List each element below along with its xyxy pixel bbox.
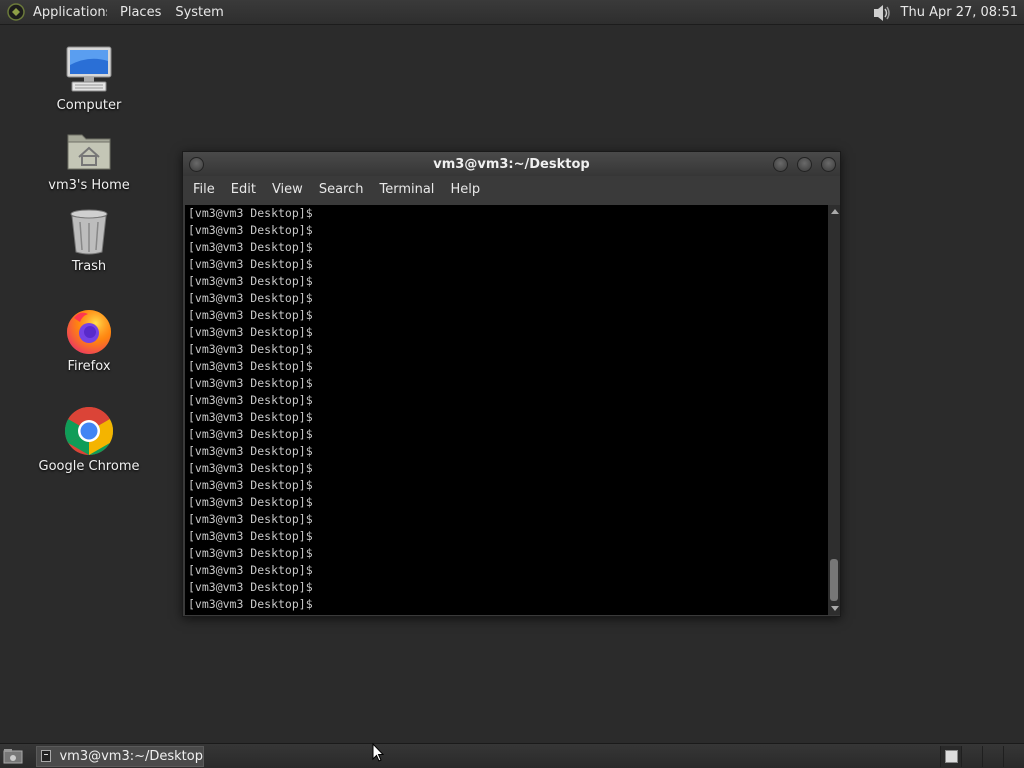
close-button[interactable] <box>821 157 836 172</box>
workspace-switcher <box>940 746 1024 767</box>
computer-icon <box>66 46 112 92</box>
menu-view[interactable]: View <box>266 176 309 204</box>
mouse-cursor-icon <box>372 743 384 762</box>
terminal-prompt-line: [vm3@vm3 Desktop]$ <box>188 325 313 339</box>
menu-edit[interactable]: Edit <box>225 176 262 204</box>
terminal-output[interactable]: [vm3@vm3 Desktop]$ [vm3@vm3 Desktop]$ [vm3… <box>185 205 828 615</box>
terminal-prompt-line: [vm3@vm3 Desktop]$ <box>188 580 313 594</box>
terminal-prompt-line: [vm3@vm3 Desktop]$ <box>188 529 313 543</box>
desktop-icon-label: Firefox <box>67 359 111 374</box>
terminal-prompt-line: [vm3@vm3 Desktop]$ <box>188 563 313 577</box>
terminal-prompt-line: [vm3@vm3 Desktop]$ <box>188 274 313 288</box>
terminal-prompt-line: [vm3@vm3 Desktop]$ <box>188 376 313 390</box>
terminal-prompt-line: [vm3@vm3 Desktop]$ <box>188 342 313 356</box>
terminal-prompt-line: [vm3@vm3 Desktop]$ <box>188 359 313 373</box>
menu-system[interactable]: System <box>168 0 230 25</box>
terminal-prompt-line: [vm3@vm3 Desktop]$ <box>188 478 313 492</box>
terminal-prompt-line: [vm3@vm3 Desktop]$ <box>188 291 313 305</box>
terminal-prompt-line: [vm3@vm3 Desktop]$ <box>188 444 313 458</box>
menu-search[interactable]: Search <box>313 176 370 204</box>
terminal-prompt-line: [vm3@vm3 Desktop]$ <box>188 308 313 322</box>
applications-logo-icon[interactable] <box>7 3 25 21</box>
maximize-button[interactable] <box>797 157 812 172</box>
taskbar-button-label: vm3@vm3:~/Desktop <box>59 748 203 764</box>
scroll-up-arrow-icon[interactable] <box>831 209 839 214</box>
menu-places[interactable]: Places <box>113 0 168 25</box>
desktop-icon-label: vm3's Home <box>48 178 130 193</box>
terminal-menubar: File Edit View Search Terminal Help <box>183 176 840 204</box>
home-folder-icon <box>67 134 111 170</box>
workspace-2[interactable] <box>961 746 982 767</box>
trash-icon <box>70 209 108 255</box>
terminal-prompt-line: [vm3@vm3 Desktop]$ <box>188 427 313 441</box>
taskbar-button-terminal[interactable]: vm3@vm3:~/Desktop <box>36 745 204 767</box>
desktop-icon-label: Computer <box>56 98 122 113</box>
terminal-prompt-line: [vm3@vm3 Desktop]$ <box>188 495 313 509</box>
firefox-icon <box>67 310 111 354</box>
workspace-window-thumbnail <box>945 750 958 763</box>
desktop-icon-computer[interactable]: Computer <box>34 45 144 113</box>
top-menu: Applications Places System <box>33 0 231 25</box>
desktop-icon-chrome[interactable]: Google Chrome <box>34 406 144 474</box>
menu-applications[interactable]: Applications <box>33 0 107 25</box>
terminal-prompt-line: [vm3@vm3 Desktop]$ <box>188 461 313 475</box>
terminal-prompt-line: [vm3@vm3 Desktop]$ <box>188 393 313 407</box>
clock[interactable]: Thu Apr 27, 08:51 <box>901 5 1018 20</box>
window-titlebar[interactable]: vm3@vm3:~/Desktop <box>183 152 840 176</box>
terminal-prompt-line: [vm3@vm3 Desktop]$ <box>188 206 313 220</box>
terminal-scrollbar[interactable] <box>828 205 840 615</box>
terminal-prompt-line: [vm3@vm3 Desktop]$ <box>188 410 313 424</box>
workspace-1[interactable] <box>940 746 961 767</box>
terminal-icon <box>41 750 52 762</box>
terminal-window[interactable]: vm3@vm3:~/Desktop File Edit View Search … <box>182 151 841 617</box>
chrome-icon <box>64 406 114 455</box>
terminal-prompt-line: [vm3@vm3 Desktop]$ <box>188 240 313 254</box>
desktop-icon-firefox[interactable]: Firefox <box>34 306 144 374</box>
terminal-prompt-line: [vm3@vm3 Desktop]$ <box>188 597 313 611</box>
desktop-icon-home[interactable]: vm3's Home <box>34 127 144 193</box>
workspace-3[interactable] <box>982 746 1003 767</box>
desktop-icon-label: Trash <box>71 259 107 274</box>
bottom-panel: vm3@vm3:~/Desktop <box>0 743 1024 768</box>
menu-file[interactable]: File <box>187 176 221 204</box>
terminal-prompt-line: [vm3@vm3 Desktop]$ <box>188 257 313 271</box>
minimize-button[interactable] <box>773 157 788 172</box>
top-panel-tray: Thu Apr 27, 08:51 <box>871 0 1018 25</box>
top-panel: Applications Places System Thu Apr 27, 0… <box>0 0 1024 25</box>
volume-icon[interactable] <box>871 3 893 23</box>
menu-help[interactable]: Help <box>444 176 486 204</box>
show-desktop-icon[interactable] <box>2 747 24 765</box>
scrollbar-thumb[interactable] <box>830 559 838 601</box>
terminal-prompt-line: [vm3@vm3 Desktop]$ <box>188 223 313 237</box>
terminal-prompt-line: [vm3@vm3 Desktop]$ <box>188 512 313 526</box>
window-menu-button[interactable] <box>189 157 204 172</box>
desktop-icon-trash[interactable]: Trash <box>34 208 144 274</box>
scroll-down-arrow-icon[interactable] <box>831 606 839 611</box>
window-title: vm3@vm3:~/Desktop <box>433 156 590 172</box>
menu-terminal[interactable]: Terminal <box>373 176 440 204</box>
workspace-4[interactable] <box>1003 746 1024 767</box>
desktop-icon-label: Google Chrome <box>38 459 140 474</box>
terminal-prompt-line: [vm3@vm3 Desktop]$ <box>188 546 313 560</box>
